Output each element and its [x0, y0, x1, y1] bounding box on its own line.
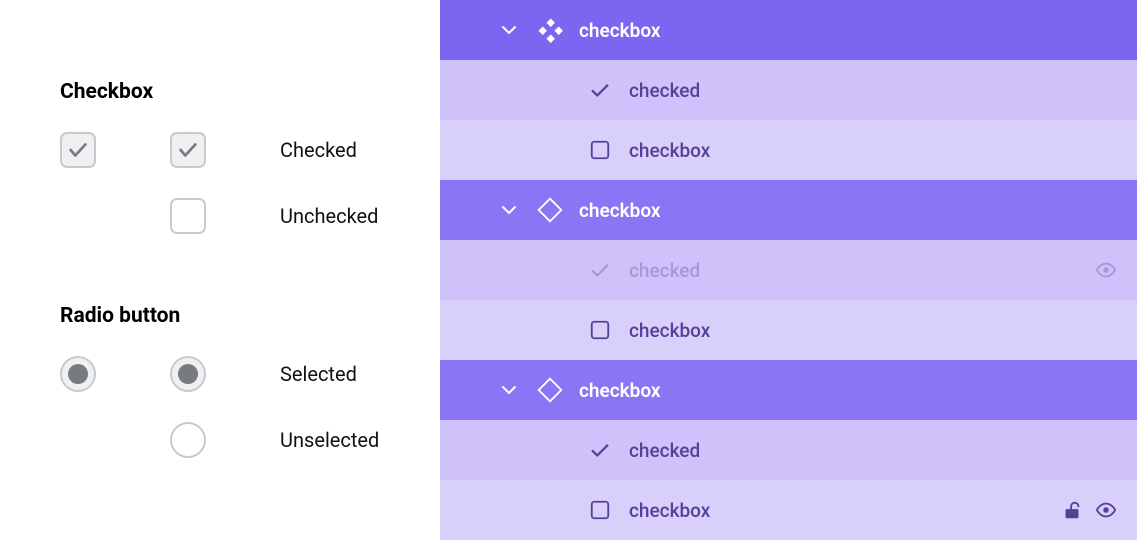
unselected-label: Unselected: [280, 428, 379, 452]
visibility-eye-icon[interactable]: [1095, 259, 1117, 281]
square-icon: [585, 139, 615, 161]
radio-unselected-example[interactable]: [170, 422, 206, 458]
checkbox-unchecked-row: Unchecked: [60, 198, 440, 234]
radio-section-heading: Radio button: [60, 304, 440, 328]
layer-label: checkbox: [579, 19, 661, 42]
layer-label: checkbox: [579, 199, 661, 222]
square-icon: [585, 319, 615, 341]
chevron-down-icon[interactable]: [495, 25, 523, 35]
selected-label: Selected: [280, 362, 357, 386]
design-canvas: Checkbox Checked Unchecked Radio button: [0, 0, 440, 536]
checkbox-unchecked-example[interactable]: [170, 198, 206, 234]
checkbox-checked-row: Checked: [60, 132, 440, 168]
radio-dot-icon: [178, 364, 198, 384]
chevron-down-icon[interactable]: [495, 385, 523, 395]
checkbox-checked-example-1[interactable]: [60, 132, 96, 168]
checkmark-icon: [177, 139, 199, 161]
layer-child-checkbox-1[interactable]: checkbox: [440, 120, 1137, 180]
component-instance-icon: [535, 377, 565, 403]
layer-label: checkbox: [629, 139, 710, 162]
layer-child-checkbox-3[interactable]: checkbox: [440, 480, 1137, 540]
checked-label: Checked: [280, 138, 357, 162]
layer-label: checkbox: [629, 499, 710, 522]
component-instance-icon: [535, 197, 565, 223]
checkmark-icon: [585, 259, 615, 281]
component-set-icon: [535, 17, 565, 43]
checkmark-icon: [585, 79, 615, 101]
layer-child-checked-1[interactable]: checked: [440, 60, 1137, 120]
layer-label: checkbox: [579, 379, 661, 402]
visibility-eye-icon[interactable]: [1095, 499, 1117, 521]
radio-selected-row: Selected: [60, 356, 440, 392]
radio-selected-example-1[interactable]: [60, 356, 96, 392]
layer-label: checked: [629, 439, 700, 462]
layer-instance-checkbox-3[interactable]: checkbox: [440, 360, 1137, 420]
radio-unselected-row: Unselected: [60, 422, 440, 458]
layer-child-checked-3[interactable]: checked: [440, 420, 1137, 480]
checkmark-icon: [585, 439, 615, 461]
layer-label: checked: [629, 79, 700, 102]
unchecked-label: Unchecked: [280, 204, 378, 228]
chevron-down-icon[interactable]: [495, 205, 523, 215]
square-icon: [585, 499, 615, 521]
layers-panel: checkbox checked checkbox checkbox check…: [440, 0, 1137, 536]
checkbox-checked-example-2[interactable]: [170, 132, 206, 168]
checkbox-section-heading: Checkbox: [60, 80, 440, 104]
layer-master-component-checkbox[interactable]: checkbox: [440, 0, 1137, 60]
layer-label: checked: [629, 259, 700, 282]
radio-selected-example-2[interactable]: [170, 356, 206, 392]
layer-child-checkbox-2[interactable]: checkbox: [440, 300, 1137, 360]
unlock-icon[interactable]: [1061, 499, 1083, 521]
checkmark-icon: [67, 139, 89, 161]
layer-label: checkbox: [629, 319, 710, 342]
layer-child-checked-2-hidden[interactable]: checked: [440, 240, 1137, 300]
radio-dot-icon: [68, 364, 88, 384]
layer-instance-checkbox-2[interactable]: checkbox: [440, 180, 1137, 240]
